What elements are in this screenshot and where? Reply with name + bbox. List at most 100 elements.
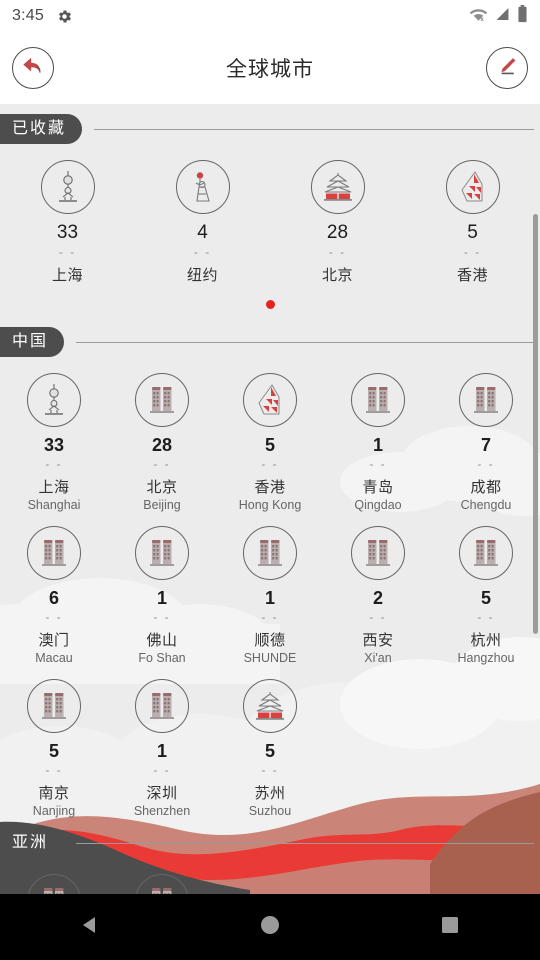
app-bar: 全球城市	[0, 32, 540, 104]
city-name: 香港	[254, 479, 286, 496]
pencil-edit-icon	[494, 54, 520, 83]
city-card[interactable]: 1 - - 深圳 Shenzhen	[108, 665, 216, 818]
back-button[interactable]	[12, 47, 54, 89]
pearl-tower-icon	[40, 160, 95, 214]
twin-towers-icon	[135, 373, 189, 427]
temple-of-heaven-icon	[310, 160, 365, 214]
city-count: 5	[48, 741, 59, 761]
twin-towers-icon	[351, 526, 405, 580]
city-count: 5	[264, 435, 275, 455]
city-name: 南京	[38, 785, 70, 802]
city-name: 上海	[51, 267, 83, 284]
city-card[interactable]: 2 - - 西安 Xi'an	[324, 512, 432, 665]
city-card[interactable]: 5 - - 香港 Hong Kong	[216, 359, 324, 512]
city-subtext: - -	[463, 245, 482, 259]
twin-towers-icon	[135, 679, 189, 733]
twin-towers-icon	[135, 874, 189, 894]
city-card[interactable]: 5 - - 南京 Nanjing	[0, 665, 108, 818]
city-subtext: - -	[261, 610, 279, 624]
city-card[interactable]: 4 - - 纽约	[135, 146, 270, 285]
status-icons: x	[469, 4, 528, 28]
battery-icon	[517, 4, 528, 28]
city-card[interactable]: 1 - - 佛山 Fo Shan	[108, 512, 216, 665]
city-subtext: - -	[477, 457, 495, 471]
city-name: 西安	[362, 632, 394, 649]
city-card[interactable]: 33 - - 上海 Shanghai	[0, 359, 108, 512]
asia-city-grid	[0, 860, 540, 894]
city-card[interactable]: 5 - - 苏州 Suzhou	[216, 665, 324, 818]
city-count: 33	[43, 435, 65, 455]
city-name: 北京	[321, 267, 353, 284]
city-sections: 已收藏 33 - - 上海 4 - - 纽约 28 - - 北京 5 - - 香…	[0, 112, 540, 894]
back-arrow-icon	[20, 54, 46, 83]
city-count: 1	[264, 588, 275, 608]
recents-square-icon	[439, 914, 461, 941]
twin-towers-icon	[351, 373, 405, 427]
city-card[interactable]	[108, 860, 216, 894]
city-count: 1	[372, 435, 383, 455]
nav-back-button[interactable]	[50, 894, 130, 960]
city-card[interactable]: 33 - - 上海	[0, 146, 135, 285]
city-card[interactable]: 1 - - 顺德 SHUNDE	[216, 512, 324, 665]
city-name: 北京	[146, 479, 178, 496]
page-dot-active[interactable]	[265, 299, 275, 309]
city-count: 5	[467, 222, 478, 243]
city-name: 深圳	[146, 785, 178, 802]
city-subtext: - -	[261, 763, 279, 777]
city-card[interactable]: 7 - - 成都 Chengdu	[432, 359, 540, 512]
twin-towers-icon	[135, 526, 189, 580]
city-subtext: - -	[153, 457, 171, 471]
home-circle-icon	[259, 914, 281, 941]
city-count: 28	[151, 435, 173, 455]
city-list-scroll-area[interactable]: 已收藏 33 - - 上海 4 - - 纽约 28 - - 北京 5 - - 香…	[0, 104, 540, 894]
section-title-favorites: 已收藏	[0, 114, 83, 144]
twin-towers-icon	[27, 874, 81, 894]
twin-towers-icon	[459, 373, 513, 427]
section-header-favorites: 已收藏	[0, 112, 540, 146]
scrollbar[interactable]	[533, 214, 538, 774]
city-subtext: - -	[369, 610, 387, 624]
city-name-en: Xi'an	[364, 651, 392, 665]
section-title-china: 中国	[0, 327, 65, 357]
city-subtext: - -	[261, 457, 279, 471]
twin-towers-icon	[27, 526, 81, 580]
city-card[interactable]: 6 - - 澳门 Macau	[0, 512, 108, 665]
boc-tower-icon	[243, 373, 297, 427]
phone-screen: 3:45 x 全球城市 已收藏 33 - - 上海 4 - - 纽约 28 - …	[0, 0, 540, 960]
city-card[interactable]: 1 - - 青岛 Qingdao	[324, 359, 432, 512]
city-name-en: Chengdu	[460, 498, 512, 512]
nav-recents-button[interactable]	[410, 894, 490, 960]
city-name: 香港	[456, 267, 488, 284]
city-name-en: Shanghai	[27, 498, 81, 512]
city-name-en: SHUNDE	[243, 651, 297, 665]
city-count: 28	[326, 222, 349, 243]
statue-of-liberty-icon	[175, 160, 230, 214]
city-name: 苏州	[254, 785, 286, 802]
android-navigation-bar	[0, 894, 540, 960]
edit-button[interactable]	[486, 47, 528, 89]
scrollbar-thumb[interactable]	[533, 214, 538, 634]
city-subtext: - -	[153, 763, 171, 777]
city-subtext: - -	[45, 457, 63, 471]
city-card[interactable]: 28 - - 北京 Beijing	[108, 359, 216, 512]
temple-of-heaven-icon	[243, 679, 297, 733]
section-divider	[94, 128, 534, 130]
city-subtext: - -	[477, 610, 495, 624]
city-name-en: Beijing	[143, 498, 181, 512]
city-count: 6	[48, 588, 59, 608]
city-name-en: Fo Shan	[138, 651, 186, 665]
twin-towers-icon	[459, 526, 513, 580]
city-count: 1	[156, 588, 167, 608]
nav-home-button[interactable]	[230, 894, 310, 960]
city-card[interactable]: 5 - - 杭州 Hangzhou	[432, 512, 540, 665]
city-name: 佛山	[146, 632, 178, 649]
city-card[interactable]	[0, 860, 108, 894]
twin-towers-icon	[243, 526, 297, 580]
city-card[interactable]: 5 - - 香港	[405, 146, 540, 285]
city-name-en: Suzhou	[248, 804, 292, 818]
svg-text:x: x	[480, 16, 484, 22]
city-card[interactable]: 28 - - 北京	[270, 146, 405, 285]
city-subtext: - -	[193, 245, 212, 259]
pearl-tower-icon	[27, 373, 81, 427]
page-indicator[interactable]	[0, 291, 540, 317]
